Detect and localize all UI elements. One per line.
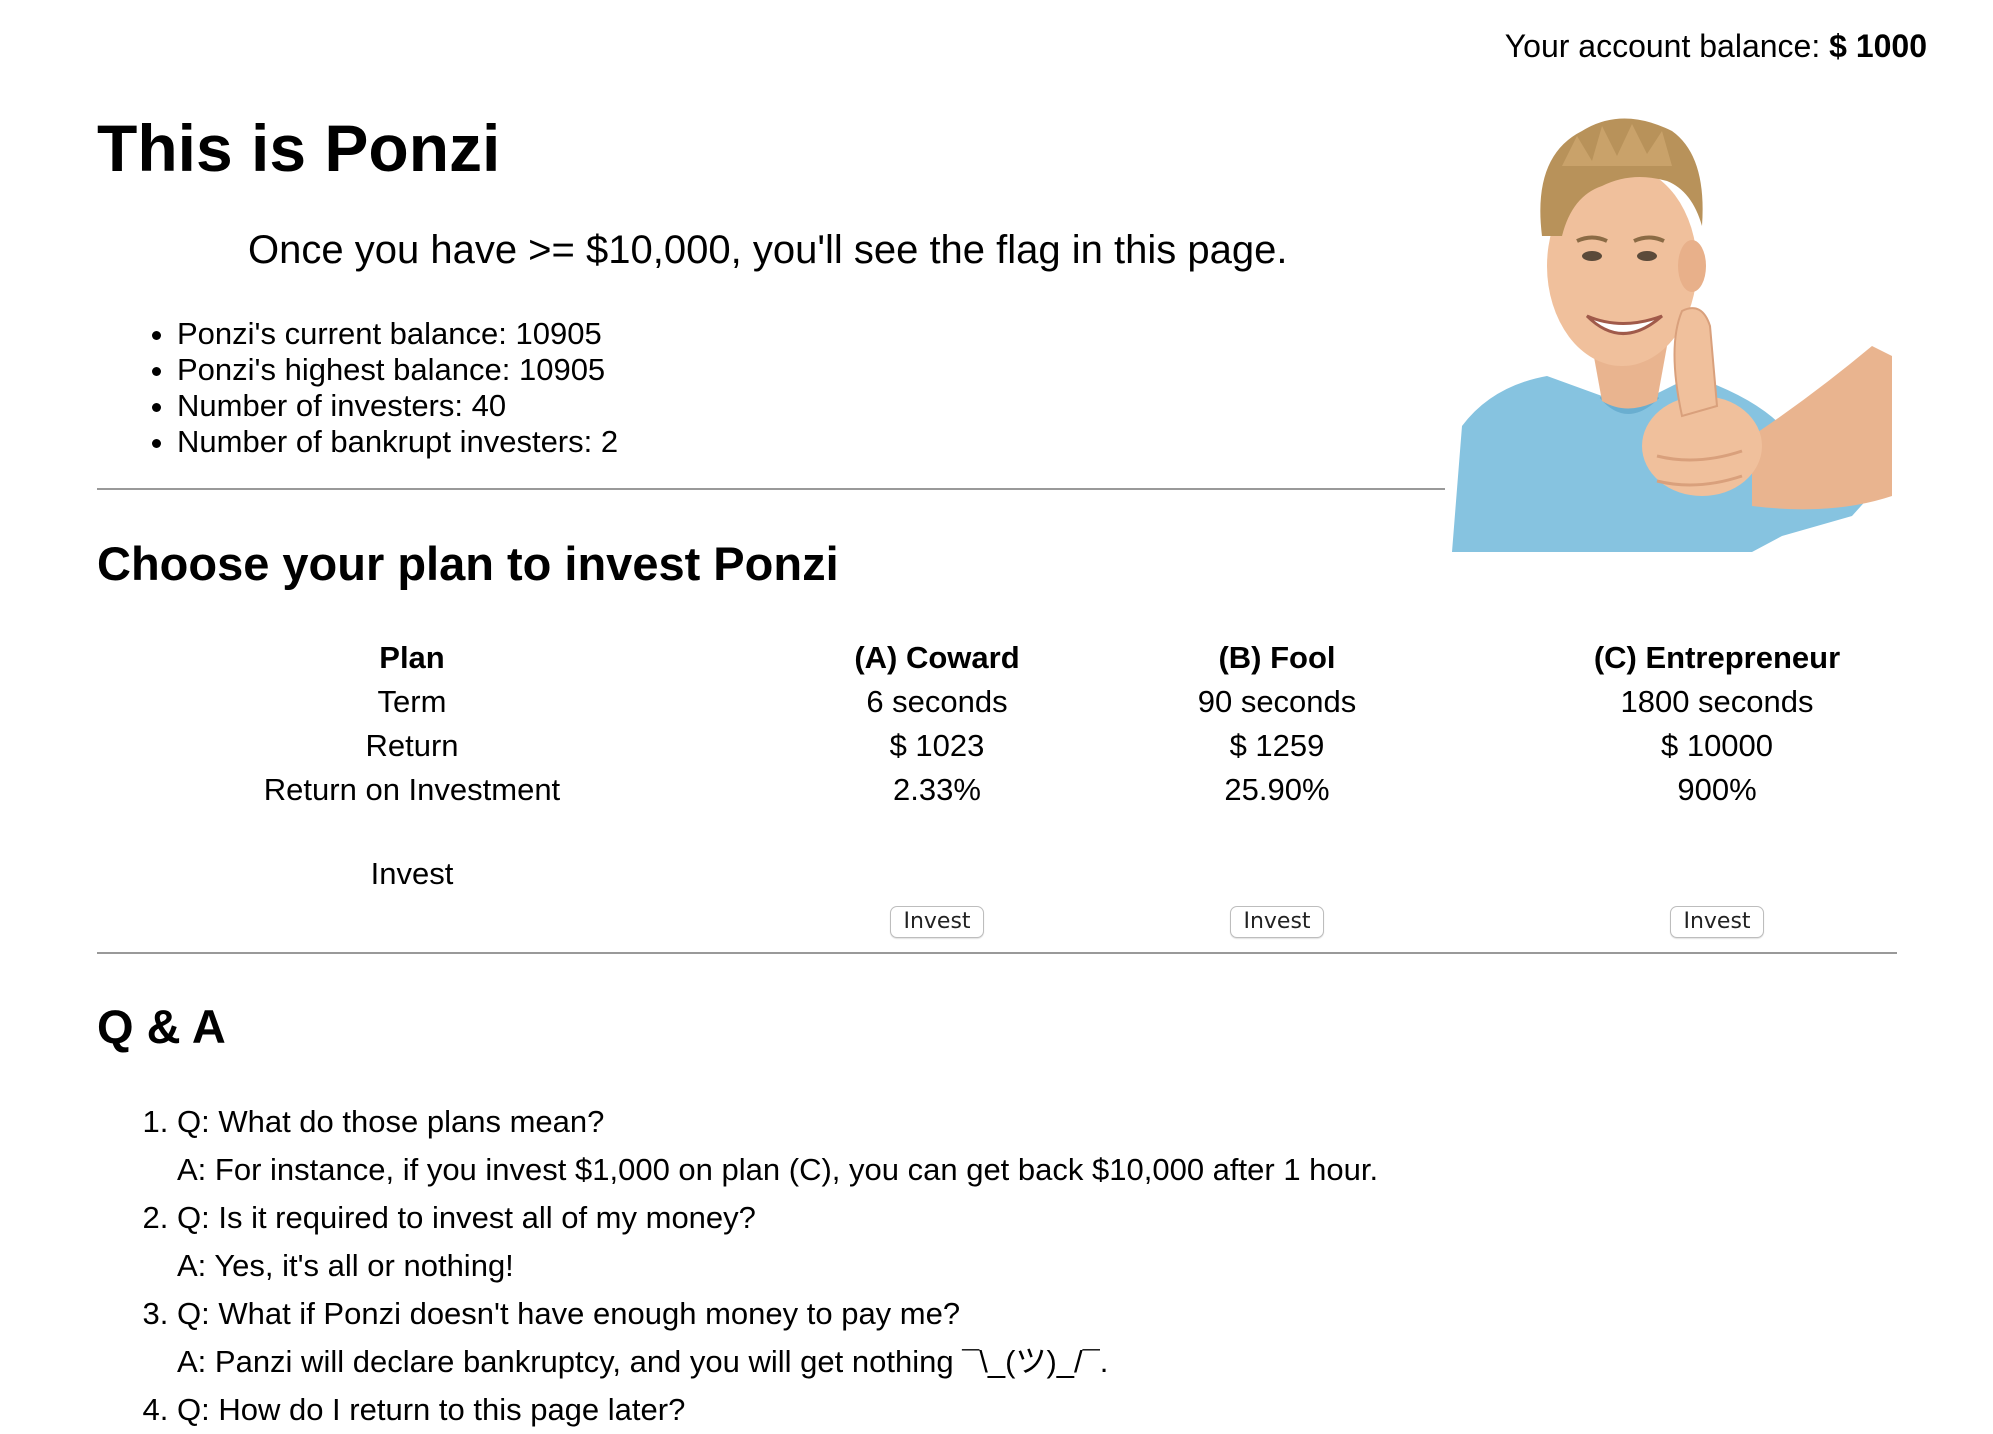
qa-question: Q: How do I return to this page later? xyxy=(177,1392,686,1427)
plan-roi: 25.90% xyxy=(1224,772,1330,807)
qa-answer: A: Yes, it's all or nothing! xyxy=(177,1248,514,1283)
plan-term: 6 seconds xyxy=(866,684,1008,719)
invest-button-entrepreneur[interactable]: Invest xyxy=(1670,906,1764,938)
plan-name: (B) Fool xyxy=(1218,640,1336,675)
row-label-return: Return xyxy=(365,728,459,763)
row-label-invest: Invest xyxy=(370,856,454,891)
ponzi-stats-list: Ponzi's current balance: 10905 Ponzi's h… xyxy=(97,316,618,460)
plan-column-a: (A) Coward 6 seconds $ 1023 2.33% Invest xyxy=(787,636,1087,940)
stat-highest-balance: Ponzi's highest balance: 10905 xyxy=(177,352,618,388)
plan-term: 90 seconds xyxy=(1197,684,1357,719)
qa-question: Q: What if Ponzi doesn't have enough mon… xyxy=(177,1296,961,1331)
flag-hint: Once you have >= $10,000, you'll see the… xyxy=(248,228,1288,272)
qa-answer: A: For instance, if you invest $1,000 on… xyxy=(177,1152,1379,1187)
plan-roi: 2.33% xyxy=(893,772,981,807)
stat-investers: Number of investers: 40 xyxy=(177,388,618,424)
divider xyxy=(97,952,1897,954)
plan-term: 1800 seconds xyxy=(1620,684,1814,719)
row-label-term: Term xyxy=(377,684,447,719)
qa-answer: A: Panzi will declare bankruptcy, and yo… xyxy=(177,1344,1109,1379)
account-balance-amount: $ 1000 xyxy=(1829,28,1927,64)
account-balance: Your account balance: $ 1000 xyxy=(1505,26,1927,66)
stat-bankrupt-investers: Number of bankrupt investers: 2 xyxy=(177,424,618,460)
qa-item: Q: Is it required to invest all of my mo… xyxy=(177,1194,1378,1290)
plan-return: $ 10000 xyxy=(1660,728,1774,763)
invest-button-fool[interactable]: Invest xyxy=(1230,906,1324,938)
qa-heading: Q & A xyxy=(97,1000,226,1053)
divider xyxy=(97,488,1445,490)
stat-current-balance: Ponzi's current balance: 10905 xyxy=(177,316,618,352)
plan-roi: 900% xyxy=(1677,772,1757,807)
plan-name: (C) Entrepreneur xyxy=(1593,640,1841,675)
row-label-roi: Return on Investment xyxy=(263,772,561,807)
plans-heading: Choose your plan to invest Ponzi xyxy=(97,537,839,590)
qa-item: Q: What if Ponzi doesn't have enough mon… xyxy=(177,1290,1378,1386)
qa-item: Q: What do those plans mean? A: For inst… xyxy=(177,1098,1378,1194)
row-label-plan: Plan xyxy=(379,640,445,675)
plan-name: (A) Coward xyxy=(854,640,1020,675)
qa-question: Q: What do those plans mean? xyxy=(177,1104,605,1139)
qa-item: Q: How do I return to this page later? xyxy=(177,1386,1378,1434)
plan-return: $ 1023 xyxy=(889,728,985,763)
qa-question: Q: Is it required to invest all of my mo… xyxy=(177,1200,756,1235)
qa-list: Q: What do those plans mean? A: For inst… xyxy=(97,1098,1378,1434)
plan-row-labels: Plan Term Return Return on Investment In… xyxy=(217,636,607,896)
plan-column-b: (B) Fool 90 seconds $ 1259 25.90% Invest xyxy=(1127,636,1427,940)
plan-return: $ 1259 xyxy=(1229,728,1325,763)
page-title: This is Ponzi xyxy=(97,111,501,185)
account-balance-label: Your account balance: xyxy=(1504,28,1830,64)
plan-column-c: (C) Entrepreneur 1800 seconds $ 10000 90… xyxy=(1517,636,1917,940)
hero-image xyxy=(1452,96,1892,552)
invest-button-coward[interactable]: Invest xyxy=(890,906,984,938)
